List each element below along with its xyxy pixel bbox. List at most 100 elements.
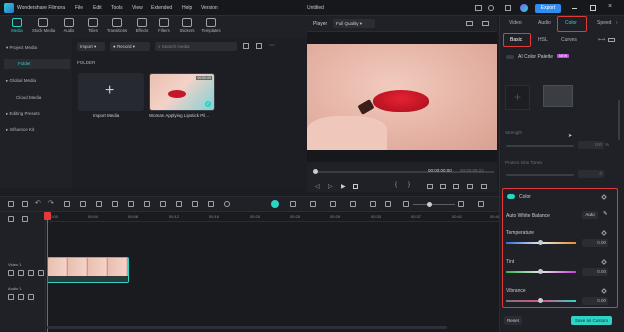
quality-dropdown[interactable]: Full Quality ▾ (333, 19, 375, 28)
avatar[interactable] (520, 4, 528, 12)
layout-grid-icon[interactable] (8, 201, 14, 207)
mask-tool-icon[interactable] (176, 201, 182, 207)
monitor-small-icon[interactable] (427, 184, 433, 189)
maximize-icon[interactable] (590, 5, 596, 11)
video-mute-icon[interactable] (38, 270, 44, 276)
tab-scroll-right-icon[interactable]: › (616, 20, 618, 26)
sidebar-item-folder[interactable]: Folder (4, 59, 70, 69)
timer-icon[interactable] (224, 201, 230, 207)
ai-tool-icon[interactable] (271, 200, 279, 208)
panel-scrollbar[interactable] (618, 100, 620, 140)
volume-icon[interactable] (453, 184, 459, 189)
mark-in-icon[interactable]: { (395, 182, 397, 188)
speed-tool-icon[interactable] (128, 201, 134, 207)
sidebar-item-influence-kit[interactable]: ▸ Influence Kit (6, 125, 34, 135)
tab-audio[interactable]: Audio (58, 16, 80, 38)
crop-tool-icon[interactable] (96, 201, 102, 207)
tab-transitions[interactable]: Transitions (106, 16, 128, 38)
subtab-basic[interactable]: Basic (510, 37, 522, 43)
tab-speed[interactable]: Speed (597, 20, 614, 26)
video-clip[interactable] (47, 257, 129, 283)
video-lock-icon[interactable] (18, 270, 24, 276)
delete-icon[interactable] (64, 201, 70, 207)
vibrance-value[interactable]: 0.00 (582, 297, 608, 305)
color-section-toggle[interactable] (507, 194, 515, 199)
mark-out-icon[interactable]: } (408, 182, 410, 188)
sidebar-item-project-media[interactable]: ▾ Project Media (6, 43, 37, 53)
menu-version[interactable]: Version (201, 5, 218, 11)
layout-icon[interactable] (505, 5, 511, 11)
close-icon[interactable]: × (608, 3, 612, 10)
menu-edit[interactable]: Edit (93, 5, 102, 11)
vibrance-handle[interactable] (538, 298, 543, 303)
display-icon[interactable] (482, 21, 489, 26)
eyedropper-icon[interactable]: ✎ (603, 211, 608, 217)
tab-audio-props[interactable]: Audio (538, 20, 551, 26)
tab-media[interactable]: Media (6, 16, 28, 38)
zoom-slider[interactable] (413, 204, 455, 205)
ai-palette-toggle[interactable] (506, 55, 514, 59)
tab-video[interactable]: Video (509, 20, 522, 26)
video-preview[interactable] (307, 44, 497, 150)
undo-icon[interactable]: ↶ (35, 199, 41, 207)
strength-slider[interactable] (506, 145, 574, 147)
protect-skin-slider[interactable] (506, 174, 574, 176)
temperature-handle[interactable] (538, 240, 543, 245)
snap-icon[interactable] (385, 201, 391, 207)
audio-tool-icon[interactable] (160, 201, 166, 207)
progress-handle[interactable] (313, 169, 318, 174)
export-button[interactable]: Export (535, 4, 561, 13)
tint-value[interactable]: 0.00 (582, 268, 608, 276)
text-tool-icon[interactable] (112, 201, 118, 207)
list-icon[interactable] (350, 201, 356, 207)
sidebar-item-editing-presets[interactable]: ▸ Editing Presets (6, 109, 40, 119)
import-media-card[interactable]: + (78, 73, 144, 111)
tint-handle[interactable] (538, 269, 543, 274)
video-eye-icon[interactable] (28, 270, 34, 276)
compare-icon[interactable]: ⟷ (598, 37, 605, 43)
tab-color[interactable]: Color (565, 20, 577, 26)
temperature-value[interactable]: 0.00 (582, 239, 608, 247)
save-custom-button[interactable]: Save as Custom (571, 316, 612, 325)
palette-preset-card[interactable] (543, 85, 573, 107)
protect-skin-value[interactable]: 0 (578, 170, 604, 178)
reset-button[interactable]: Reset (504, 316, 522, 325)
stop-icon[interactable] (353, 184, 358, 189)
tab-stock-media[interactable]: Stock Media (32, 16, 55, 38)
detach-icon[interactable] (370, 201, 376, 207)
menu-tools[interactable]: Tools (111, 5, 123, 11)
palette-add-card[interactable]: + (505, 85, 530, 110)
filter-icon[interactable] (243, 43, 249, 49)
tab-titles[interactable]: Titles (82, 16, 104, 38)
audio-folder-icon[interactable] (8, 294, 14, 300)
import-dropdown[interactable]: Import ▾ (77, 42, 105, 51)
auto-button[interactable]: Auto (582, 211, 598, 219)
subtab-hsl[interactable]: HSL (538, 37, 548, 43)
link-icon[interactable] (22, 216, 28, 222)
fullscreen-icon[interactable] (481, 184, 487, 189)
zoom-fit-icon[interactable] (208, 201, 214, 207)
snapshot-icon[interactable] (466, 21, 473, 26)
menu-file[interactable]: File (75, 5, 83, 11)
cloud-icon[interactable] (488, 5, 494, 11)
tab-effects[interactable]: Effects (131, 16, 153, 38)
search-input[interactable]: ⌕ Search media (155, 42, 237, 51)
time-ruler[interactable] (46, 212, 499, 222)
menu-view[interactable]: View (132, 5, 143, 11)
timeline-settings-icon[interactable] (478, 201, 484, 207)
record-dropdown[interactable]: ● Record ▾ (110, 42, 150, 51)
crop-icon[interactable] (467, 184, 473, 189)
subtab-curves[interactable]: Curves (561, 37, 579, 43)
tab-filters[interactable]: Filters (153, 16, 175, 38)
playhead[interactable] (47, 212, 48, 332)
tab-templates[interactable]: Templates (200, 16, 222, 38)
redo-icon[interactable]: ↷ (48, 199, 54, 207)
playhead-handle[interactable] (44, 212, 51, 220)
step-back-icon[interactable]: ▷ (328, 183, 333, 190)
strength-value[interactable]: 100 (578, 141, 604, 149)
tab-stickers[interactable]: Stickers (176, 16, 198, 38)
add-track-icon[interactable] (8, 216, 14, 222)
prev-frame-icon[interactable]: ◁ (315, 183, 320, 190)
menu-extended[interactable]: Extended (151, 5, 172, 11)
timeline-scrollbar[interactable] (47, 326, 447, 329)
